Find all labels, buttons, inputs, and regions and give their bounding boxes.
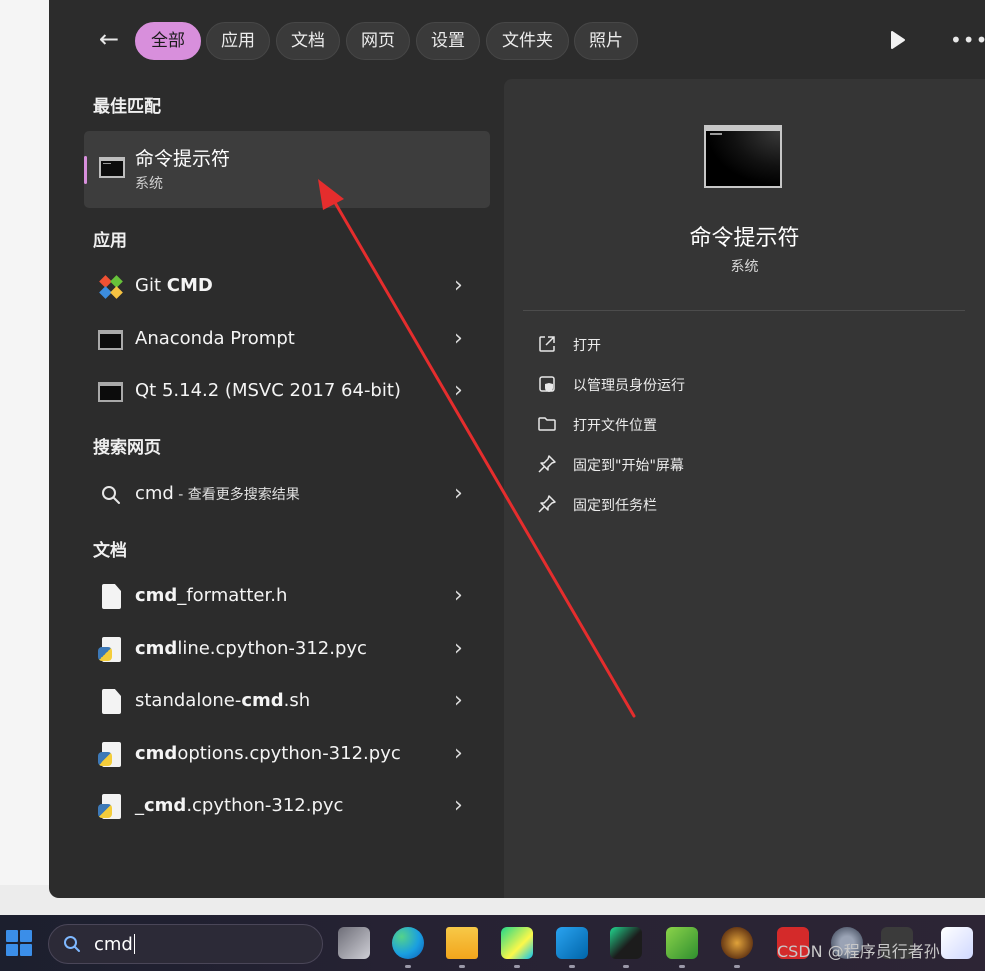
watermark-text: CSDN @程序员行者孙 (777, 942, 940, 961)
taskbar-running-indicator (623, 965, 629, 968)
filter-tab-folders[interactable]: 文件夹 (486, 22, 569, 60)
action-label: 打开 (573, 338, 601, 354)
app-result-item[interactable]: Git CMD › (84, 264, 490, 310)
document-result-item[interactable]: standalone-cmd.sh › (84, 679, 490, 725)
action-label: 固定到任务栏 (573, 498, 657, 514)
action-open-file-location[interactable]: 打开文件位置 (523, 407, 965, 443)
python-file-icon (98, 742, 121, 767)
action-label: 以管理员身份运行 (573, 378, 685, 394)
python-file-icon (98, 794, 121, 819)
search-icon (64, 936, 80, 952)
terminal-icon (98, 382, 123, 402)
document-icon (102, 584, 121, 609)
windows-start-icon[interactable] (6, 930, 32, 956)
action-label: 固定到"开始"屏幕 (573, 458, 684, 474)
filter-tab-settings[interactable]: 设置 (416, 22, 480, 60)
action-pin-to-taskbar[interactable]: 固定到任务栏 (523, 487, 965, 523)
document-result-label: cmd_formatter.h (135, 585, 288, 606)
detail-subtitle: 系统 (730, 259, 759, 275)
filter-tab-all[interactable]: 全部 (135, 22, 201, 60)
pycharm-icon[interactable] (501, 927, 533, 959)
pin-icon (538, 455, 556, 473)
section-heading-best-match: 最佳匹配 (93, 97, 161, 117)
app-result-label: Qt 5.14.2 (MSVC 2017 64-bit) (135, 380, 401, 401)
filter-tab-apps[interactable]: 应用 (206, 22, 270, 60)
python-file-icon (98, 637, 121, 662)
action-run-as-admin[interactable]: 以管理员身份运行 (523, 367, 965, 403)
app-result-label: Git CMD (135, 275, 213, 296)
chevron-right-icon[interactable]: › (454, 795, 468, 818)
back-button[interactable]: ← (92, 25, 126, 55)
task-view-icon[interactable] (338, 927, 370, 959)
taskbar-running-indicator (569, 965, 575, 968)
app-result-label: Anaconda Prompt (135, 328, 295, 349)
store-icon[interactable] (941, 927, 973, 959)
command-prompt-large-icon (704, 125, 782, 188)
filter-tab-web[interactable]: 网页 (346, 22, 410, 60)
best-match-subtitle: 系统 (135, 176, 163, 192)
clion-icon[interactable] (610, 927, 642, 959)
chevron-right-icon[interactable]: › (454, 585, 468, 608)
vscode-icon[interactable] (556, 927, 588, 959)
web-search-label: cmd - 查看更多搜索结果 (135, 483, 300, 504)
taskbar-search-text: cmd (94, 934, 133, 955)
app-result-item[interactable]: Anaconda Prompt › (84, 317, 490, 363)
chevron-right-icon[interactable]: › (454, 328, 468, 351)
chevron-right-icon[interactable]: › (454, 380, 468, 403)
chevron-right-icon[interactable]: › (454, 690, 468, 713)
edge-icon[interactable] (392, 927, 424, 959)
chevron-right-icon[interactable]: › (454, 638, 468, 661)
document-icon (102, 689, 121, 714)
filter-tab-photos[interactable]: 照片 (574, 22, 638, 60)
section-heading-apps: 应用 (93, 231, 127, 251)
folder-icon (538, 417, 556, 431)
app-result-item[interactable]: Qt 5.14.2 (MSVC 2017 64-bit) › (84, 369, 490, 415)
open-external-icon (539, 336, 555, 352)
pin-icon (538, 495, 556, 513)
document-result-item[interactable]: cmd_formatter.h › (84, 574, 490, 620)
action-open[interactable]: 打开 (523, 327, 965, 363)
action-pin-to-start[interactable]: 固定到"开始"屏幕 (523, 447, 965, 483)
chevron-right-icon[interactable]: › (454, 275, 468, 298)
chevron-right-icon[interactable]: › (454, 743, 468, 766)
taskbar-running-indicator (514, 965, 520, 968)
document-result-item[interactable]: _cmd.cpython-312.pyc › (84, 784, 490, 830)
desktop-background (0, 0, 50, 885)
detail-divider (523, 310, 965, 311)
game-icon[interactable] (721, 927, 753, 959)
taskbar-running-indicator (405, 965, 411, 968)
app-icon[interactable] (666, 927, 698, 959)
more-options-button[interactable]: ••• (950, 28, 985, 52)
taskbar-running-indicator (734, 965, 740, 968)
web-search-item[interactable]: cmd - 查看更多搜索结果 › (84, 472, 490, 518)
document-result-label: cmdoptions.cpython-312.pyc (135, 743, 401, 764)
git-icon (99, 275, 123, 299)
command-prompt-icon (99, 157, 125, 178)
play-icon[interactable] (888, 28, 908, 52)
search-icon (102, 486, 120, 504)
taskbar-search-box[interactable]: cmd (48, 924, 323, 964)
file-explorer-icon[interactable] (446, 927, 478, 959)
document-result-label: _cmd.cpython-312.pyc (135, 795, 344, 816)
section-heading-web: 搜索网页 (93, 438, 161, 458)
filter-tab-documents[interactable]: 文档 (276, 22, 340, 60)
document-result-label: standalone-cmd.sh (135, 690, 311, 711)
selection-indicator (84, 156, 87, 184)
document-result-item[interactable]: cmdline.cpython-312.pyc › (84, 627, 490, 673)
section-heading-documents: 文档 (93, 541, 127, 561)
chevron-right-icon[interactable]: › (454, 483, 468, 506)
taskbar-running-indicator (679, 965, 685, 968)
document-result-item[interactable]: cmdoptions.cpython-312.pyc › (84, 732, 490, 778)
taskbar-running-indicator (459, 965, 465, 968)
shield-admin-icon (539, 376, 555, 392)
best-match-title: 命令提示符 (135, 148, 231, 170)
best-match-item[interactable]: 命令提示符 系统 (84, 131, 490, 208)
action-label: 打开文件位置 (573, 418, 657, 434)
document-result-label: cmdline.cpython-312.pyc (135, 638, 367, 659)
terminal-icon (98, 330, 123, 350)
detail-title: 命令提示符 (689, 226, 800, 251)
